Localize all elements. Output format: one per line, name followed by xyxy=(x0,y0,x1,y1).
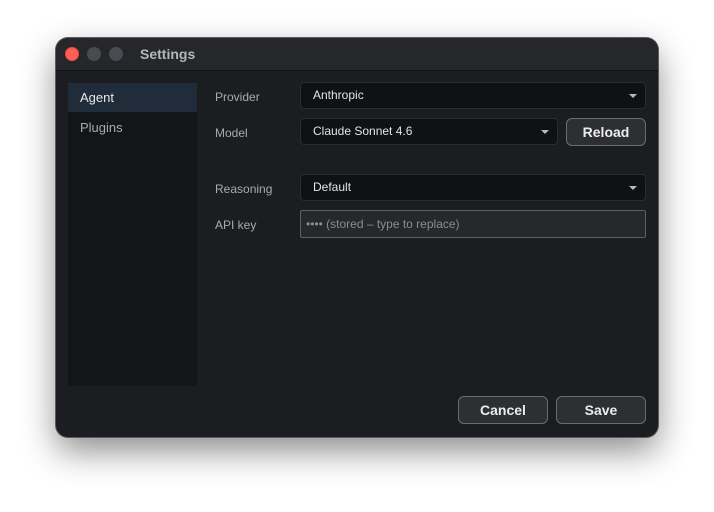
title-bar[interactable]: Settings xyxy=(56,38,658,71)
cancel-button[interactable]: Cancel xyxy=(458,396,548,424)
window-title: Settings xyxy=(140,46,196,62)
sidebar-item-plugins[interactable]: Plugins xyxy=(68,113,197,142)
sidebar-item-label: Plugins xyxy=(80,120,123,135)
sidebar-item-agent[interactable]: Agent xyxy=(68,83,197,112)
model-label: Model xyxy=(215,126,248,140)
model-select[interactable]: Claude Sonnet 4.6 xyxy=(300,118,558,145)
api-key-label: API key xyxy=(215,218,257,232)
settings-window: Settings Agent Plugins Provider Anthropi… xyxy=(56,38,658,437)
save-button[interactable]: Save xyxy=(556,396,646,424)
sidebar-item-label: Agent xyxy=(80,90,114,105)
reload-button[interactable]: Reload xyxy=(566,118,646,146)
zoom-window-button[interactable] xyxy=(109,47,123,61)
chevron-down-icon xyxy=(629,186,637,190)
chevron-down-icon xyxy=(629,94,637,98)
api-key-input[interactable]: •••• (stored – type to replace) xyxy=(300,210,646,238)
reasoning-label: Reasoning xyxy=(215,182,273,196)
settings-sidebar: Agent Plugins xyxy=(68,83,197,386)
provider-select[interactable]: Anthropic xyxy=(300,82,646,109)
reasoning-select[interactable]: Default xyxy=(300,174,646,201)
provider-select-value: Anthropic xyxy=(313,88,364,102)
close-window-button[interactable] xyxy=(65,47,79,61)
reasoning-select-value: Default xyxy=(313,180,352,194)
chevron-down-icon xyxy=(541,130,549,134)
model-select-value: Claude Sonnet 4.6 xyxy=(313,124,413,138)
provider-label: Provider xyxy=(215,90,260,104)
minimize-window-button[interactable] xyxy=(87,47,101,61)
api-key-placeholder: •••• (stored – type to replace) xyxy=(306,217,460,231)
